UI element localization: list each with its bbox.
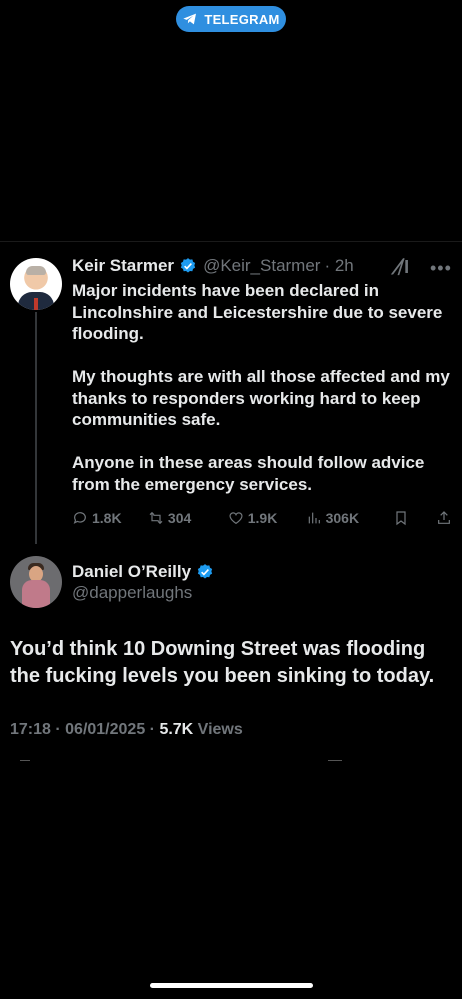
views-count: 306K bbox=[325, 510, 360, 526]
heart-icon bbox=[229, 512, 243, 525]
bookmark-icon bbox=[396, 511, 406, 526]
telegram-label: TELEGRAM bbox=[204, 11, 280, 27]
author-handle[interactable]: @dapperlaughs bbox=[72, 583, 192, 603]
telegram-icon bbox=[183, 13, 197, 25]
views-count: 5.7K bbox=[159, 721, 194, 738]
bookmark-button[interactable] bbox=[393, 510, 436, 526]
author-name[interactable]: Keir Starmer bbox=[72, 256, 174, 276]
tweet-actions: 1.8K 304 1.9K 306K bbox=[72, 510, 452, 526]
analytics-icon bbox=[308, 512, 320, 524]
verified-badge-icon bbox=[197, 564, 213, 579]
more-options-icon[interactable]: ••• bbox=[430, 258, 452, 279]
reply-count: 1.8K bbox=[92, 510, 122, 526]
reply-button[interactable]: 1.8K bbox=[72, 510, 148, 526]
divider bbox=[0, 241, 462, 242]
tweet-body: You’d think 10 Downing Street was floodi… bbox=[10, 638, 435, 687]
tweet-timestamp[interactable]: 17:18 · 06/01/2025 · bbox=[10, 721, 159, 738]
thread-line bbox=[35, 312, 37, 544]
share-icon bbox=[438, 511, 450, 524]
share-button[interactable] bbox=[436, 510, 452, 526]
avatar[interactable] bbox=[10, 258, 62, 310]
grok-icon[interactable]: ⧸̸I bbox=[398, 257, 409, 278]
tweet-header: Keir Starmer @Keir_Starmer · 2h bbox=[72, 256, 354, 276]
telegram-banner[interactable]: TELEGRAM bbox=[176, 6, 286, 32]
avatar[interactable] bbox=[10, 556, 62, 608]
tweet-time: · 2h bbox=[324, 256, 354, 275]
views-button[interactable]: 306K bbox=[306, 510, 394, 526]
tweet-body: Major incidents have been declared in Li… bbox=[72, 280, 452, 517]
reply-icon bbox=[73, 512, 86, 524]
author-name-row: Daniel O’Reilly bbox=[72, 562, 220, 582]
tweet-paragraph: Anyone in these areas should follow advi… bbox=[72, 453, 425, 494]
repost-count: 304 bbox=[167, 510, 192, 526]
tweet-paragraph: Major incidents have been declared in Li… bbox=[72, 281, 443, 343]
like-count: 1.9K bbox=[247, 510, 278, 526]
repost-button[interactable]: 304 bbox=[148, 510, 228, 526]
author-name[interactable]: Daniel O’Reilly bbox=[72, 562, 191, 582]
tweet-paragraph: My thoughts are with all those affected … bbox=[72, 367, 450, 429]
divider bbox=[328, 760, 342, 761]
home-indicator[interactable] bbox=[150, 983, 313, 988]
views-label: Views bbox=[193, 721, 243, 738]
like-button[interactable]: 1.9K bbox=[228, 510, 306, 526]
divider bbox=[20, 760, 30, 761]
repost-icon bbox=[149, 511, 163, 525]
author-handle[interactable]: @Keir_Starmer bbox=[203, 256, 320, 276]
tweet-meta: 17:18 · 06/01/2025 · 5.7K Views bbox=[10, 721, 243, 739]
verified-badge-icon bbox=[180, 258, 196, 273]
